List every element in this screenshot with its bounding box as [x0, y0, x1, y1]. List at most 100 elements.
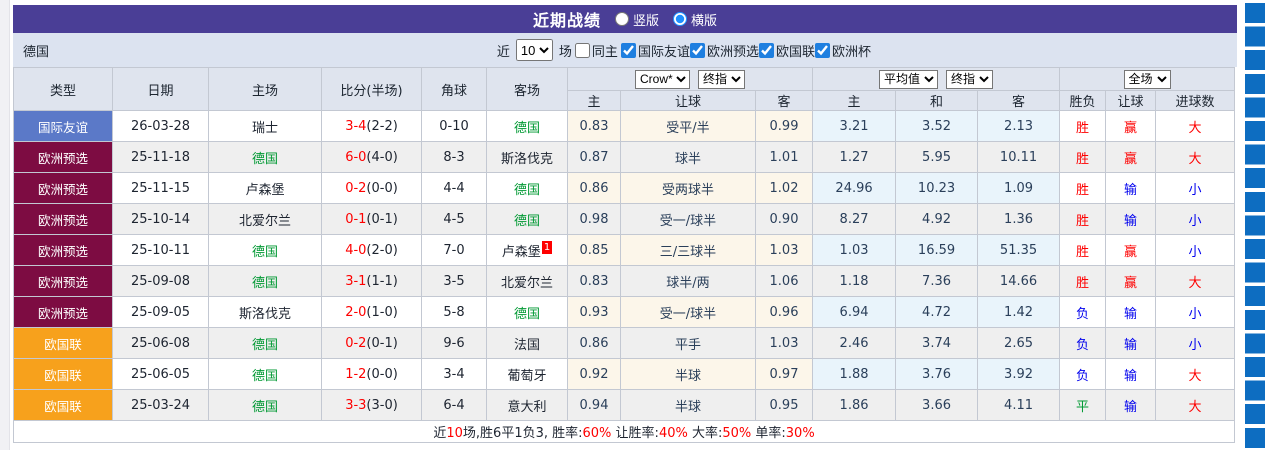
corner-cell: 5-8: [421, 296, 487, 328]
odds-home-cell: 0.98: [567, 203, 621, 235]
avg-home-cell: 1.03: [812, 234, 897, 266]
date-cell: 25-09-05: [112, 296, 209, 328]
same-home-checkbox[interactable]: [574, 42, 590, 58]
odds-source-select[interactable]: Crow*: [635, 69, 691, 89]
away-team-name: 北爱尔兰: [500, 275, 553, 291]
sub-header-avg-away: 客: [977, 90, 1061, 111]
summary-segment-4: 让胜率:: [611, 426, 659, 441]
odds-away-cell: 0.95: [754, 389, 814, 421]
goals-result-cell: 大: [1155, 265, 1236, 297]
team-name: 德国: [23, 44, 50, 60]
avg-selects-cell: 平均值 终指: [812, 67, 1061, 91]
competition-checkbox-2[interactable]: [758, 42, 774, 58]
layout-radio-horizontal[interactable]: 横版: [673, 10, 717, 29]
avg-home-cell: 1.27: [812, 141, 897, 173]
avg-away-cell: 1.42: [977, 296, 1061, 328]
home-team-cell[interactable]: 德国: [208, 327, 322, 359]
away-team-name: 卢森堡: [501, 244, 541, 260]
away-team-cell[interactable]: 意大利: [486, 389, 568, 421]
goals-result-cell: 大: [1155, 358, 1236, 390]
halftime-score: (0-0): [366, 180, 398, 196]
away-team-cell[interactable]: 法国: [486, 327, 568, 359]
avg-home-cell: 1.88: [812, 358, 897, 390]
avg-home-cell: 6.94: [812, 296, 897, 328]
away-team-cell[interactable]: 德国: [486, 172, 568, 204]
filter-bar: 德国 近 10 场 同主 国际友谊 欧洲预选 欧国联 欧洲杯: [13, 33, 1237, 67]
horizontal-radio-icon[interactable]: [673, 12, 687, 26]
home-team-cell[interactable]: 斯洛伐克: [208, 296, 322, 328]
col-header-type: 类型: [13, 67, 113, 111]
fulltime-score: 4-0: [345, 242, 367, 258]
home-team-cell[interactable]: 德国: [208, 389, 322, 421]
competition-filter-0[interactable]: 国际友谊: [620, 41, 690, 60]
fulltime-score: 6-0: [345, 149, 367, 165]
competition-filter-3[interactable]: 欧洲杯: [814, 41, 871, 60]
handicap-result-cell: 输: [1105, 296, 1157, 328]
layout-radio-vertical[interactable]: 竖版: [614, 10, 659, 29]
col-header-score: 比分(半场): [321, 67, 422, 111]
goals-result-cell: 小: [1155, 296, 1236, 328]
corner-cell: 8-3: [421, 141, 487, 173]
handicap-result-cell: 赢: [1105, 234, 1157, 266]
halftime-score: (0-0): [366, 366, 398, 382]
away-team-cell[interactable]: 卢森堡 1: [486, 234, 568, 266]
away-team-cell[interactable]: 斯洛伐克: [486, 141, 568, 173]
away-team-cell[interactable]: 北爱尔兰: [486, 265, 568, 297]
home-team-cell[interactable]: 北爱尔兰: [208, 203, 322, 235]
scope-select[interactable]: 全场: [1123, 69, 1171, 89]
avg-home-cell: 1.18: [812, 265, 897, 297]
table-row: 欧洲预选 25-10-14 北爱尔兰 0-1(0-1) 4-5 德国 0.98 受一/球半 0.…: [13, 203, 1236, 235]
goals-result-cell: 小: [1155, 172, 1236, 204]
sub-header-avg-draw: 和: [895, 90, 979, 111]
avg-time-select[interactable]: 终指: [946, 69, 994, 89]
table-row: 欧洲预选 25-09-05 斯洛伐克 2-0(1-0) 5-8 德国 0.93 受一/球半 0.…: [13, 296, 1236, 328]
same-home-filter[interactable]: 同主: [574, 41, 618, 60]
home-team-cell[interactable]: 德国: [208, 141, 322, 173]
fulltime-score: 3-1: [345, 273, 367, 289]
home-team-cell[interactable]: 德国: [208, 265, 322, 297]
home-team-cell[interactable]: 德国: [208, 358, 322, 390]
home-team-cell[interactable]: 德国: [208, 234, 322, 266]
competition-checkbox-3[interactable]: [814, 42, 830, 58]
competition-checkbox-0[interactable]: [620, 42, 636, 58]
handicap-result-cell: 输: [1105, 327, 1157, 359]
avg-home-cell: 24.96: [812, 172, 897, 204]
competition-filter-1[interactable]: 欧洲预选: [689, 41, 759, 60]
handicap-result-cell: 输: [1105, 389, 1157, 421]
home-team-cell[interactable]: 卢森堡: [208, 172, 322, 204]
odds-away-cell: 1.03: [754, 327, 814, 359]
vertical-radio-icon[interactable]: [614, 12, 629, 26]
avg-draw-cell: 3.66: [895, 389, 979, 421]
fulltime-score: 1-2: [345, 366, 367, 382]
col-header-away: 客场: [486, 67, 568, 111]
avg-away-cell: 51.35: [977, 234, 1061, 266]
col-header-corner: 角球: [421, 67, 487, 111]
away-team-cell[interactable]: 德国: [486, 203, 568, 235]
avg-source-select[interactable]: 平均值: [879, 69, 939, 89]
odds-away-cell: 1.02: [754, 172, 814, 204]
competition-filter-2[interactable]: 欧国联: [758, 41, 815, 60]
odds-time-select[interactable]: 终指: [698, 69, 746, 89]
recent-count-select[interactable]: 10: [515, 39, 553, 61]
fulltime-score: 2-0: [345, 304, 367, 320]
home-team-cell[interactable]: 瑞士: [208, 110, 322, 142]
halftime-score: (4-0): [366, 149, 398, 165]
competition-checkbox-1[interactable]: [689, 42, 705, 58]
away-team-cell[interactable]: 德国: [486, 296, 568, 328]
side-blue-blocks: [1245, 3, 1265, 450]
summary-segment-9: 30%: [785, 426, 815, 441]
away-team-name: 意大利: [507, 399, 547, 415]
summary-segment-6: 大率:: [687, 426, 723, 441]
away-team-name: 法国: [513, 337, 540, 353]
odds-away-cell: 0.90: [754, 203, 814, 235]
odds-away-cell: 1.06: [754, 265, 814, 297]
handicap-result-cell: 赢: [1105, 110, 1157, 142]
summary-segment-2: 场,胜6平1负3, 胜率:: [462, 426, 583, 441]
odds-away-cell: 1.01: [754, 141, 814, 173]
odds-away-cell: 0.99: [754, 110, 814, 142]
away-team-cell[interactable]: 德国: [486, 110, 568, 142]
score-cell: 4-0(2-0): [321, 234, 422, 266]
content-area: 近期战绩 竖版 横版 德国 近 10 场 同主 国际友谊 欧洲预选 欧国联 欧洲…: [12, 5, 1237, 443]
away-team-cell[interactable]: 葡萄牙: [486, 358, 568, 390]
table-row: 欧洲预选 25-11-15 卢森堡 0-2(0-0) 4-4 德国 0.86 受两球半 1.02…: [13, 172, 1236, 204]
